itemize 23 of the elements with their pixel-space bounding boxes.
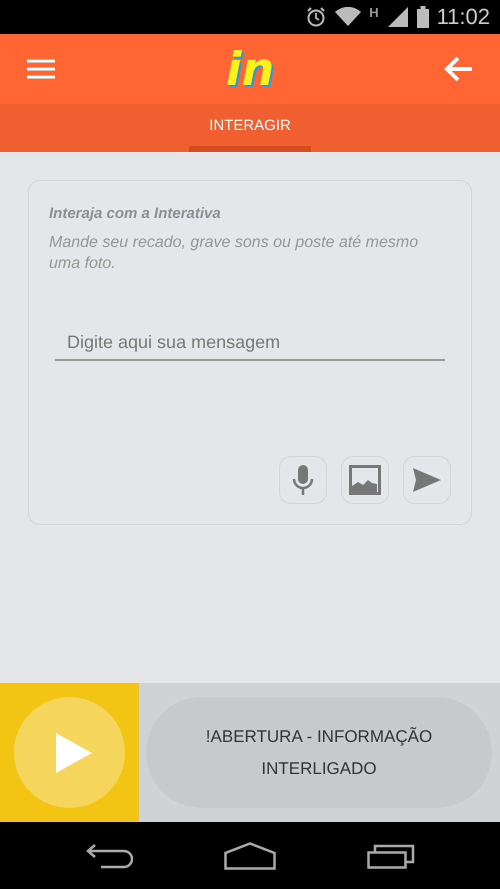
menu-icon[interactable] <box>26 58 56 80</box>
message-field[interactable]: Digite aqui sua mensagem <box>55 326 445 361</box>
image-button[interactable] <box>341 456 389 504</box>
wifi-icon <box>335 7 362 27</box>
app-logo: in <box>226 46 274 92</box>
microphone-icon <box>292 464 314 496</box>
track-title: !ABERTURA - INFORMAÇÃO INTERLIGADO <box>204 726 434 780</box>
send-button[interactable] <box>403 456 451 504</box>
card-title: Interaja com a Interativa <box>49 205 222 222</box>
back-arrow-icon[interactable] <box>444 56 474 82</box>
battery-icon <box>416 6 429 28</box>
back-icon[interactable] <box>85 842 134 868</box>
recent-apps-icon[interactable] <box>366 842 415 868</box>
send-icon <box>412 467 442 493</box>
home-icon[interactable] <box>224 842 276 870</box>
microphone-button[interactable] <box>279 456 327 504</box>
network-type: H <box>369 5 379 20</box>
clock: 11:02 <box>436 4 490 30</box>
image-icon <box>349 465 381 495</box>
alarm-icon <box>305 6 328 28</box>
card-subtitle: Mande seu recado, grave sons ou poste até mesmo uma foto. <box>49 233 420 274</box>
play-icon <box>56 732 92 772</box>
signal-icon <box>386 6 409 28</box>
